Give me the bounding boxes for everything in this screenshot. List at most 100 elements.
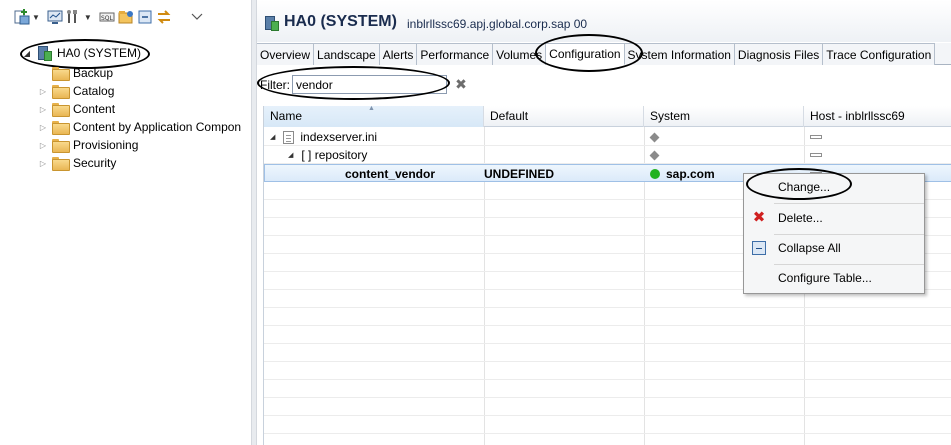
tree-item-security[interactable]: ▷ Security	[38, 154, 116, 172]
host-cell	[804, 128, 822, 146]
filter-input[interactable]	[292, 75, 447, 94]
clear-filter-icon[interactable]: ✖	[454, 77, 468, 91]
system-monitor-icon[interactable]	[47, 9, 63, 25]
expanded-twisty-icon[interactable]: ◢	[270, 133, 275, 141]
name-cell: content_vendor	[345, 167, 436, 181]
tree-item-system-label: HA0 (SYSTEM)	[57, 46, 142, 60]
tab-volumes[interactable]: Volumes	[493, 43, 547, 65]
tab-system-information[interactable]: System Information	[624, 43, 735, 65]
row-divider	[264, 343, 951, 344]
row-name: [ ] repository	[301, 148, 368, 162]
system-value: sap.com	[666, 167, 715, 181]
tab-landscape[interactable]: Landscape	[314, 43, 380, 65]
expand-twisty-icon[interactable]: ▷	[38, 140, 48, 150]
view-menu-icon[interactable]	[189, 9, 205, 25]
row-name: indexserver.ini	[300, 130, 378, 144]
expand-twisty-icon[interactable]: ▷	[38, 122, 48, 132]
tree-item-label: Content by Application Compon	[73, 120, 242, 134]
expand-twisty-icon[interactable]: ▷	[38, 158, 48, 168]
column-header-name[interactable]: ▲ Name	[264, 105, 484, 127]
editor-title: HA0 (SYSTEM)	[284, 13, 397, 30]
svg-text:SQL: SQL	[101, 15, 114, 22]
menu-item-configure-table[interactable]: Configure Table...	[744, 266, 924, 290]
menu-separator	[774, 234, 924, 235]
open-folder-icon[interactable]	[118, 9, 134, 25]
tree-item-backup[interactable]: Backup	[38, 64, 113, 82]
collapse-twisty-icon[interactable]: ◢	[22, 48, 32, 58]
folder-icon	[52, 157, 70, 171]
sql-console-icon[interactable]: SQL	[99, 9, 115, 25]
tab-alerts[interactable]: Alerts	[379, 43, 418, 65]
tab-trace-configuration[interactable]: Trace Configuration	[823, 43, 936, 65]
tree-item-content-by-application-component[interactable]: ▷ Content by Application Compon	[38, 118, 241, 136]
new-connection-icon[interactable]	[14, 9, 30, 25]
link-with-editor-icon[interactable]	[156, 9, 172, 25]
name-cell: ◢ [ ] repository	[288, 146, 367, 164]
column-header-default[interactable]: Default	[484, 106, 644, 127]
menu-item-delete[interactable]: ✖ Delete...	[744, 206, 924, 230]
collapse-all-icon	[752, 241, 766, 255]
tree-item-system[interactable]: ◢ HA0 (SYSTEM)	[22, 44, 141, 62]
menu-item-collapse-all[interactable]: Collapse All	[744, 236, 924, 260]
column-header-label: Default	[490, 109, 529, 123]
system-icon	[263, 15, 279, 31]
name-cell: ◢ indexserver.ini	[270, 128, 377, 146]
table-header: ▲ Name Default System Host - inblrllssc6…	[264, 105, 951, 127]
row-divider	[264, 379, 951, 380]
table-row-indexserver[interactable]: ◢ indexserver.ini	[264, 128, 951, 146]
system-cell	[644, 128, 660, 146]
new-connection-dropdown-icon[interactable]: ▼	[32, 13, 40, 22]
default-cell: UNDEFINED	[484, 167, 555, 181]
folder-icon	[52, 139, 70, 153]
editor-header: HA0 (SYSTEM) inblrllssc69.apj.global.cor…	[257, 0, 951, 42]
menu-item-change[interactable]: Change...	[744, 175, 924, 199]
delete-icon: ✖	[752, 209, 766, 226]
column-header-label: Host - inblrllssc69	[810, 109, 905, 123]
column-header-system[interactable]: System	[644, 106, 804, 127]
menu-item-label: Configure Table...	[778, 271, 872, 285]
tree-item-label: Security	[73, 156, 117, 170]
context-menu: Change... ✖ Delete... Collapse All Confi…	[743, 173, 925, 294]
tools-dropdown-icon[interactable]: ▼	[84, 13, 92, 22]
tab-overview[interactable]: Overview	[257, 43, 315, 65]
table-row-repository[interactable]: ◢ [ ] repository	[264, 146, 951, 164]
system-icon	[36, 45, 52, 61]
editor-tabs: Overview Landscape Alerts Performance Vo…	[257, 43, 951, 65]
menu-item-label: Collapse All	[778, 241, 841, 255]
tree-item-catalog[interactable]: ▷ Catalog	[38, 82, 114, 100]
column-header-host[interactable]: Host - inblrllssc69	[804, 106, 951, 127]
tree-item-label: Content	[73, 102, 116, 116]
menu-item-label: Change...	[778, 180, 831, 194]
tab-configuration[interactable]: Configuration	[546, 43, 625, 65]
systems-toolbar: ▼ ▼ SQL	[14, 6, 205, 28]
ini-file-icon	[283, 130, 295, 144]
menu-item-label: Delete...	[778, 211, 823, 225]
collapse-all-icon[interactable]	[137, 9, 153, 25]
inherited-value-icon	[649, 150, 660, 160]
row-divider	[264, 307, 951, 308]
row-divider	[264, 361, 951, 362]
folder-icon	[52, 121, 70, 135]
tree-item-provisioning[interactable]: ▷ Provisioning	[38, 136, 138, 154]
folder-icon	[52, 103, 70, 117]
sort-ascending-icon: ▲	[368, 105, 375, 112]
column-header-label: System	[650, 109, 691, 123]
expand-twisty-icon[interactable]: ▷	[38, 86, 48, 96]
status-dot-icon	[650, 169, 660, 179]
no-value-icon	[810, 135, 822, 139]
tree-item-content[interactable]: ▷ Content	[38, 100, 115, 118]
expanded-twisty-icon[interactable]: ◢	[288, 151, 293, 159]
tab-diagnosis-files[interactable]: Diagnosis Files	[734, 43, 824, 65]
host-cell	[804, 146, 822, 164]
tools-icon[interactable]	[66, 9, 82, 25]
row-divider	[264, 433, 951, 434]
tab-performance[interactable]: Performance	[417, 43, 494, 65]
row-divider	[264, 397, 951, 398]
system-cell	[644, 146, 660, 164]
menu-separator	[774, 264, 924, 265]
filter-label: Filter:	[260, 78, 290, 92]
no-value-icon	[810, 153, 822, 157]
row-divider	[264, 415, 951, 416]
expand-twisty-icon[interactable]: ▷	[38, 104, 48, 114]
systems-view: ▼ ▼ SQL ◢ HA0 (SYSTEM) Backup ▷ Catalog …	[0, 0, 251, 445]
